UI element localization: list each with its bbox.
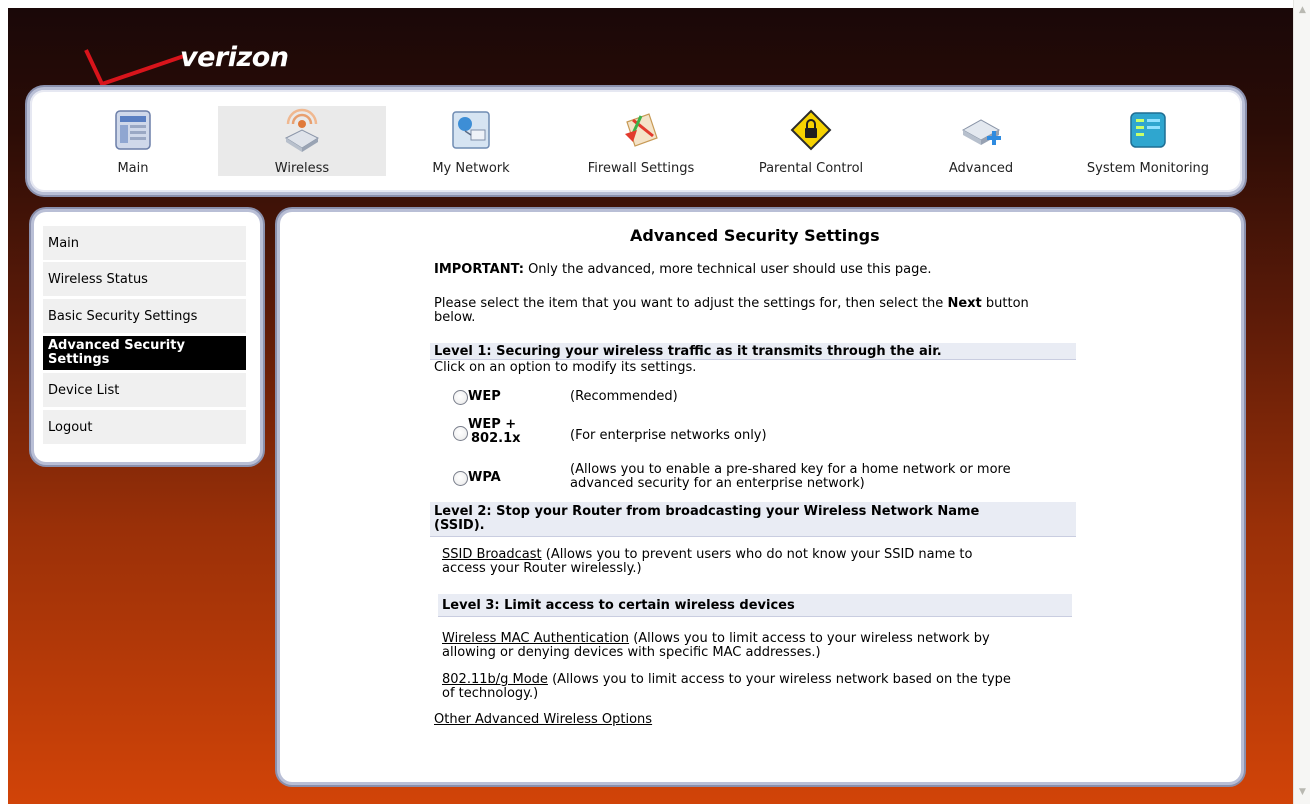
nav-wireless[interactable]: Wireless [218,106,386,176]
wireless-icon [284,108,320,152]
page-title: Advanced Security Settings [630,226,880,245]
level2-heading: Level 2: Stop your Router from broadcast… [434,505,979,533]
wpa-desc-line1: (Allows you to enable a pre-shared key f… [570,462,1011,477]
wpa-desc-line2: advanced security for an enterprise netw… [570,476,865,491]
intro-line2: below. [434,310,476,325]
wpa-desc: (Allows you to enable a pre-shared key f… [570,463,1011,491]
top-navigation: Main Wireless My Network Firewall Settin… [30,90,1242,192]
side-menu: Main Wireless Status Basic Security Sett… [34,212,260,462]
nav-firewall-settings[interactable]: Firewall Settings [556,106,726,192]
nav-parental-control[interactable]: Parental Control [726,106,896,192]
nav-main[interactable]: Main [48,106,218,192]
level2-heading-line1: Level 2: Stop your Router from broadcast… [434,504,980,519]
wep-8021x-label-line1: WEP + [468,417,517,432]
level1-heading: Level 1: Securing your wireless traffic … [434,344,942,359]
ssid-broadcast-row: SSID Broadcast (Allows you to prevent us… [442,548,1082,576]
intro-text: Please select the item that you want to … [434,297,1094,325]
wep-8021x-label: WEP + 802.1x [468,418,521,446]
nav-my-network[interactable]: My Network [386,106,556,192]
ssid-broadcast-desc-line2: access your Router wirelessly.) [442,561,642,576]
intro-bold: Next [947,296,982,311]
wep-8021x-label-line2: 802.1x [471,431,521,446]
sidebar-item-label: Logout [48,420,93,435]
nav-label: Parental Control [758,161,864,176]
level3-header: Level 3: Limit access to certain wireles… [438,594,1072,617]
nav-label: System Monitoring [1086,161,1210,176]
mode-desc-line2: of technology.) [442,686,539,701]
nav-label: My Network [432,161,510,176]
wireless-mac-authentication-link[interactable]: Wireless MAC Authentication [442,631,629,646]
check-mark-icon [84,49,185,86]
sidebar-item-device-list[interactable]: Device List [43,373,246,408]
ssid-broadcast-desc-line1: (Allows you to prevent users who do not … [545,547,973,562]
intro-pre: Please select the item that you want to … [434,296,944,311]
wpa-radio[interactable] [453,471,468,486]
ssid-broadcast-link[interactable]: SSID Broadcast [442,547,542,562]
sidebar-item-advanced-security-settings[interactable]: Advanced Security Settings [43,336,246,371]
level3-heading: Level 3: Limit access to certain wireles… [442,598,795,613]
parental-control-icon [790,109,832,151]
mode-desc-line1: (Allows you to limit access to your wire… [552,672,1011,687]
nav-system-monitoring[interactable]: System Monitoring [1066,106,1230,192]
wep-8021x-desc: (For enterprise networks only) [570,428,767,443]
nav-advanced[interactable]: Advanced [896,106,1066,192]
nav-label: Firewall Settings [587,161,695,176]
important-note: IMPORTANT: Only the advanced, more techn… [434,262,932,277]
wpa-label: WPA [468,470,501,485]
mac-auth-desc-line2: allowing or denying devices with specifi… [442,645,821,660]
scroll-up-icon[interactable]: ▲ [1298,6,1307,15]
my-network-icon [452,111,490,149]
important-text: Only the advanced, more technical user s… [528,262,932,277]
wep-desc: (Recommended) [570,389,678,404]
nav-label: Wireless [274,161,330,176]
80211bg-mode-link[interactable]: 802.11b/g Mode [442,672,548,687]
advanced-icon [961,119,1001,145]
level2-header: Level 2: Stop your Router from broadcast… [430,502,1076,537]
sidebar-item-label: Wireless Status [48,272,148,287]
level1-sub: Click on an option to modify its setting… [434,360,697,375]
intro-post: button [985,296,1029,311]
level1-header: Level 1: Securing your wireless traffic … [430,343,1076,360]
wep-radio[interactable] [453,390,468,405]
mac-auth-row: Wireless MAC Authentication (Allows you … [442,632,1082,660]
sidebar-item-label: Basic Security Settings [48,309,198,324]
firewall-icon [625,113,658,147]
other-advanced-wireless-options-link[interactable]: Other Advanced Wireless Options [434,712,652,727]
content-panel: Advanced Security Settings IMPORTANT: On… [280,212,1241,782]
wep-label: WEP [468,389,501,404]
level2-heading-line2: (SSID). [434,518,485,533]
sidebar-item-main[interactable]: Main [43,226,246,261]
sidebar-item-label: Device List [48,383,120,398]
logo-text: verizon [180,42,289,73]
verizon-logo: verizon [80,38,310,90]
important-label: IMPORTANT: [434,262,524,277]
sidebar-item-basic-security-settings[interactable]: Basic Security Settings [43,299,246,334]
sidebar-item-label: Main [48,236,80,251]
main-icon [115,110,151,150]
sidebar-item-label: Advanced Security Settings [48,338,185,367]
nav-label: Advanced [948,161,1014,176]
nav-label: Main [117,161,149,176]
page-background: verizon Main Wireless My Network Firewal… [8,8,1293,804]
sidebar-item-logout[interactable]: Logout [43,410,246,445]
wep-8021x-radio[interactable] [453,426,468,441]
system-monitoring-icon [1130,112,1166,148]
mode-row: 802.11b/g Mode (Allows you to limit acce… [442,673,1082,701]
sidebar-item-wireless-status[interactable]: Wireless Status [43,262,246,297]
scroll-down-icon[interactable]: ▼ [1298,788,1307,797]
mac-auth-desc-line1: (Allows you to limit access to your wire… [633,631,990,646]
vertical-scrollbar[interactable]: ▲ ▼ [1293,0,1310,804]
